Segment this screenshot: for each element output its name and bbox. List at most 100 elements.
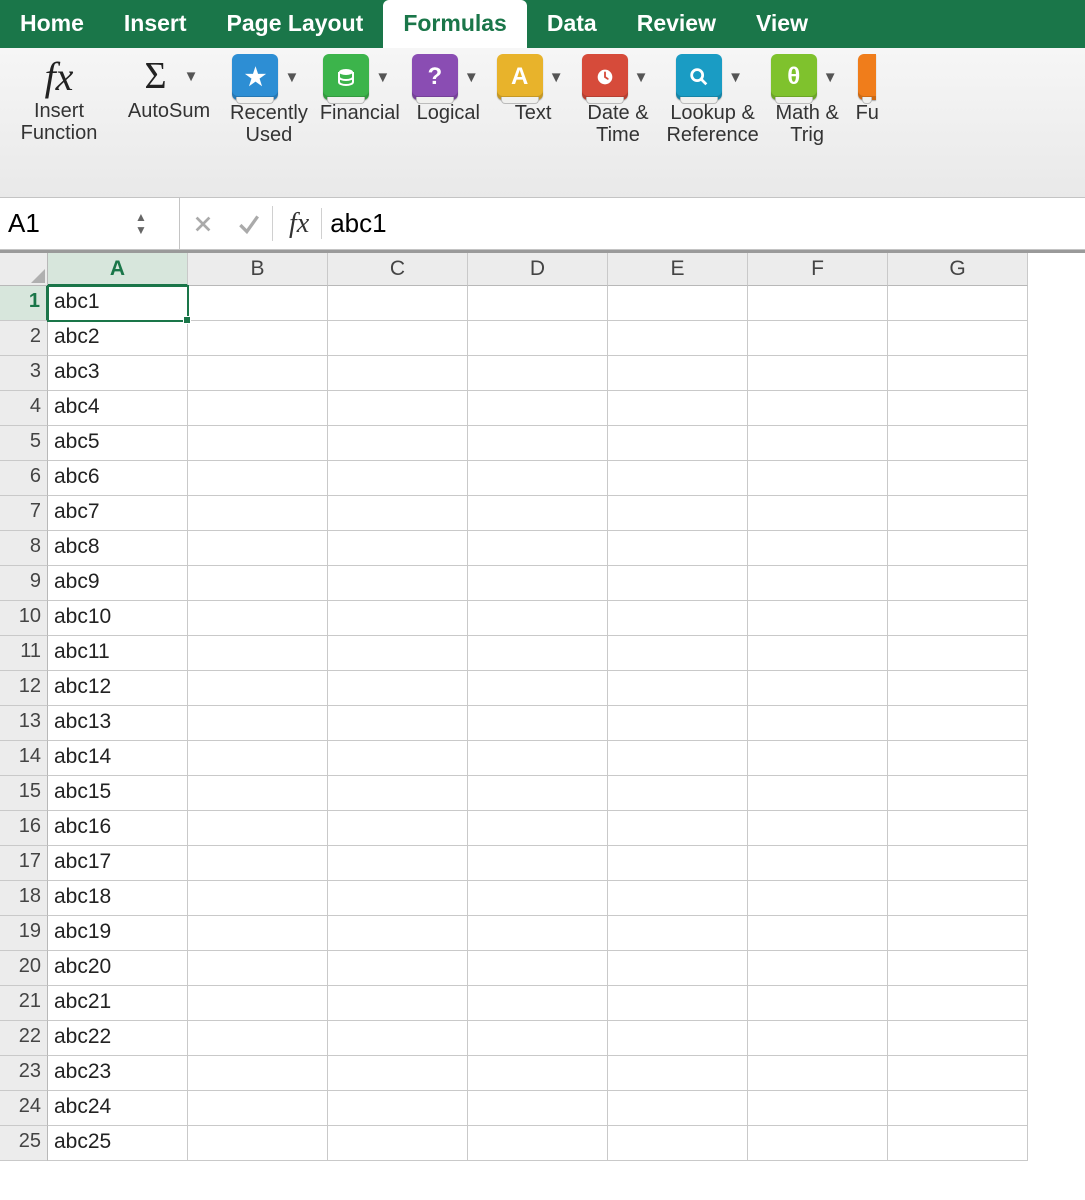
row-header-24[interactable]: 24 (0, 1091, 48, 1126)
cell-C13[interactable] (328, 706, 468, 741)
cell-A24[interactable]: abc24 (48, 1091, 188, 1126)
cell-G2[interactable] (888, 321, 1028, 356)
cell-G5[interactable] (888, 426, 1028, 461)
cell-A8[interactable]: abc8 (48, 531, 188, 566)
column-header-C[interactable]: C (328, 253, 468, 286)
row-header-17[interactable]: 17 (0, 846, 48, 881)
cell-C11[interactable] (328, 636, 468, 671)
cell-F23[interactable] (748, 1056, 888, 1091)
cell-F17[interactable] (748, 846, 888, 881)
cell-D22[interactable] (468, 1021, 608, 1056)
lookup-group[interactable]: ▼ Lookup & Reference (660, 54, 764, 193)
cell-A17[interactable]: abc17 (48, 846, 188, 881)
cell-D23[interactable] (468, 1056, 608, 1091)
cell-B8[interactable] (188, 531, 328, 566)
cell-A12[interactable]: abc12 (48, 671, 188, 706)
cell-D3[interactable] (468, 356, 608, 391)
logical-group[interactable]: ? ▼ Logical (406, 54, 491, 193)
cell-E6[interactable] (608, 461, 748, 496)
cell-B14[interactable] (188, 741, 328, 776)
column-header-G[interactable]: G (888, 253, 1028, 286)
cell-E11[interactable] (608, 636, 748, 671)
cell-A20[interactable]: abc20 (48, 951, 188, 986)
cell-E2[interactable] (608, 321, 748, 356)
cell-G4[interactable] (888, 391, 1028, 426)
insert-function-group[interactable]: fx Insert Function (4, 54, 114, 193)
cell-F13[interactable] (748, 706, 888, 741)
cell-G24[interactable] (888, 1091, 1028, 1126)
cell-E24[interactable] (608, 1091, 748, 1126)
tab-data[interactable]: Data (527, 0, 617, 48)
cell-D17[interactable] (468, 846, 608, 881)
cell-D10[interactable] (468, 601, 608, 636)
cell-C2[interactable] (328, 321, 468, 356)
row-header-10[interactable]: 10 (0, 601, 48, 636)
cell-F4[interactable] (748, 391, 888, 426)
cell-B7[interactable] (188, 496, 328, 531)
cell-C10[interactable] (328, 601, 468, 636)
cell-A1[interactable]: abc1 (48, 286, 188, 321)
cell-C25[interactable] (328, 1126, 468, 1161)
cell-D9[interactable] (468, 566, 608, 601)
cell-G16[interactable] (888, 811, 1028, 846)
cell-E4[interactable] (608, 391, 748, 426)
cell-A6[interactable]: abc6 (48, 461, 188, 496)
column-header-F[interactable]: F (748, 253, 888, 286)
row-header-2[interactable]: 2 (0, 321, 48, 356)
cell-B18[interactable] (188, 881, 328, 916)
cell-C8[interactable] (328, 531, 468, 566)
cell-E7[interactable] (608, 496, 748, 531)
row-header-16[interactable]: 16 (0, 811, 48, 846)
cell-F21[interactable] (748, 986, 888, 1021)
cell-G7[interactable] (888, 496, 1028, 531)
row-header-12[interactable]: 12 (0, 671, 48, 706)
cell-D7[interactable] (468, 496, 608, 531)
cell-E8[interactable] (608, 531, 748, 566)
column-header-B[interactable]: B (188, 253, 328, 286)
cell-B6[interactable] (188, 461, 328, 496)
cell-E10[interactable] (608, 601, 748, 636)
cell-G20[interactable] (888, 951, 1028, 986)
row-header-22[interactable]: 22 (0, 1021, 48, 1056)
tab-insert[interactable]: Insert (104, 0, 207, 48)
formula-input[interactable] (322, 208, 1085, 239)
cell-B2[interactable] (188, 321, 328, 356)
cell-G17[interactable] (888, 846, 1028, 881)
lookup-dropdown-icon[interactable]: ▼ (722, 69, 749, 86)
cell-E23[interactable] (608, 1056, 748, 1091)
row-header-19[interactable]: 19 (0, 916, 48, 951)
cell-B3[interactable] (188, 356, 328, 391)
cell-F22[interactable] (748, 1021, 888, 1056)
cell-F3[interactable] (748, 356, 888, 391)
cancel-button[interactable] (180, 198, 226, 249)
cell-C5[interactable] (328, 426, 468, 461)
cell-B11[interactable] (188, 636, 328, 671)
cell-D11[interactable] (468, 636, 608, 671)
cell-B5[interactable] (188, 426, 328, 461)
column-header-E[interactable]: E (608, 253, 748, 286)
cell-D2[interactable] (468, 321, 608, 356)
cell-G21[interactable] (888, 986, 1028, 1021)
cell-D25[interactable] (468, 1126, 608, 1161)
fx-label-icon[interactable]: fx (273, 208, 321, 240)
cell-A16[interactable]: abc16 (48, 811, 188, 846)
cell-A22[interactable]: abc22 (48, 1021, 188, 1056)
cell-F16[interactable] (748, 811, 888, 846)
cell-E17[interactable] (608, 846, 748, 881)
row-header-11[interactable]: 11 (0, 636, 48, 671)
cell-A10[interactable]: abc10 (48, 601, 188, 636)
tab-formulas[interactable]: Formulas (383, 0, 527, 48)
logical-dropdown-icon[interactable]: ▼ (458, 69, 485, 86)
math-trig-group[interactable]: θ ▼ Math & Trig (765, 54, 850, 193)
cell-C15[interactable] (328, 776, 468, 811)
row-header-1[interactable]: 1 (0, 286, 48, 321)
cell-B20[interactable] (188, 951, 328, 986)
math-trig-dropdown-icon[interactable]: ▼ (817, 69, 844, 86)
cell-D24[interactable] (468, 1091, 608, 1126)
cell-A23[interactable]: abc23 (48, 1056, 188, 1091)
row-header-23[interactable]: 23 (0, 1056, 48, 1091)
cell-F24[interactable] (748, 1091, 888, 1126)
row-header-13[interactable]: 13 (0, 706, 48, 741)
cell-B1[interactable] (188, 286, 328, 321)
cell-C19[interactable] (328, 916, 468, 951)
